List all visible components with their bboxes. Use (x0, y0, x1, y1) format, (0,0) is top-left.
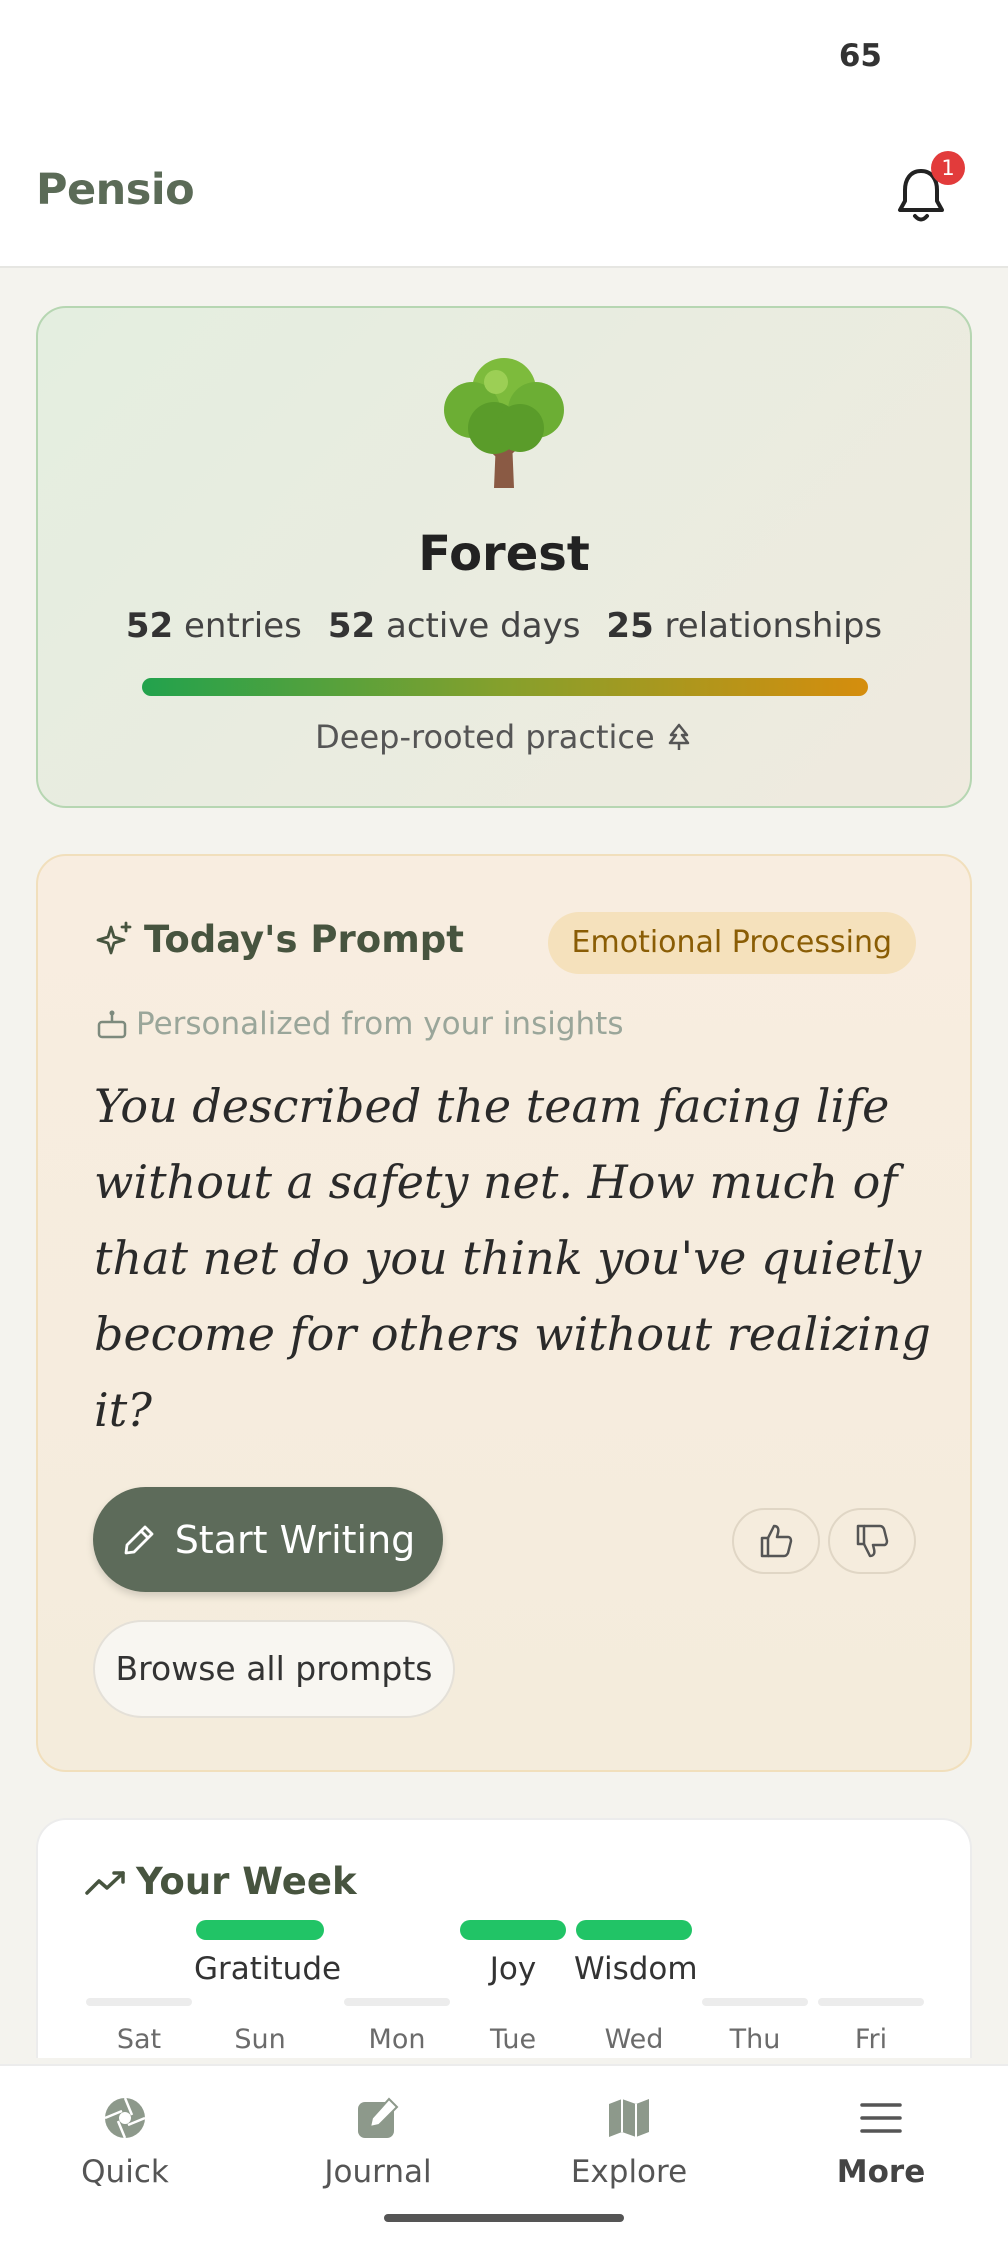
week-day-mon[interactable]: Mon (342, 1920, 452, 2055)
day-theme-label (84, 1940, 194, 1998)
day-theme-label (700, 1940, 810, 1998)
notification-badge: 1 (931, 151, 965, 185)
day-name: Tue (489, 2024, 537, 2055)
prompt-heading: Today's Prompt (96, 918, 464, 961)
practice-stats: 52 entries 52 active days 25 relationships (38, 606, 970, 646)
bot-icon (97, 1010, 127, 1039)
todays-prompt-card: Today's Prompt Emotional Processing Pers… (36, 854, 972, 1772)
week-day-tue[interactable]: Joy Tue (458, 1920, 568, 2055)
trending-up-icon (85, 1870, 125, 1895)
practice-label: Deep-rooted practice (38, 718, 970, 756)
day-activity-bar (196, 1920, 324, 1940)
stat-value: 52 (327, 606, 376, 646)
day-activity-bar (460, 1920, 566, 1940)
week-heading: Your Week (84, 1860, 357, 1903)
pencil-icon (124, 1525, 154, 1554)
day-theme-label (342, 1940, 452, 1998)
nav-more[interactable]: More (781, 2092, 981, 2190)
personalized-note: Personalized from your insights (96, 1006, 623, 1042)
day-theme-label: Joy (489, 1951, 537, 1987)
stat-value: 52 (125, 606, 174, 646)
week-day-sat[interactable]: Sat (84, 1920, 194, 2055)
thumbs-down-icon (856, 1524, 889, 1558)
week-day-thu[interactable]: Thu (700, 1920, 810, 2055)
menu-icon (860, 2103, 902, 2133)
thumbs-up-icon (760, 1524, 793, 1558)
week-day-wed[interactable]: Wisdom Wed (574, 1920, 698, 2055)
sparkles-icon (96, 921, 132, 954)
growth-progress-bar (142, 678, 868, 696)
day-name: Wed (604, 2024, 664, 2055)
sprout-icon (668, 723, 690, 750)
app-bar: Pensio (0, 115, 1008, 268)
start-writing-button[interactable]: Start Writing (93, 1487, 443, 1592)
nav-quick[interactable]: Quick (25, 2092, 225, 2190)
tree-icon (38, 348, 970, 502)
day-baseline (86, 1998, 192, 2006)
day-baseline (702, 1998, 808, 2006)
home-indicator[interactable] (384, 2214, 624, 2222)
status-bar: 65 (0, 0, 1008, 115)
stat-label: relationships (664, 606, 883, 646)
edit-square-icon (358, 2097, 399, 2138)
week-day-fri[interactable]: Fri (816, 1920, 926, 2055)
stat-label: entries (184, 606, 302, 646)
map-icon (609, 2099, 649, 2137)
day-name: Mon (368, 2024, 426, 2055)
day-name: Fri (854, 2024, 888, 2055)
stat-value: 25 (606, 606, 654, 646)
app-brand: Pensio (36, 165, 195, 215)
forest-card: Forest 52 entries 52 active days 25 relati… (36, 306, 972, 808)
category-badge: Emotional Processing (547, 912, 916, 974)
nav-journal[interactable]: Journal (278, 2092, 478, 2190)
stage-title: Forest (418, 526, 590, 582)
status-clock: 65 (838, 38, 882, 74)
day-activity-bar (576, 1920, 692, 1940)
day-baseline (344, 1998, 450, 2006)
stat-label: active days (386, 606, 581, 646)
day-name: Sun (234, 2024, 286, 2055)
aperture-icon (104, 2097, 146, 2139)
nav-explore[interactable]: Explore (529, 2092, 729, 2190)
prompt-text: You described the team facing life witho… (94, 1079, 931, 1437)
thumbs-down-button[interactable] (828, 1508, 916, 1574)
week-day-sun[interactable]: Gratitude Sun (194, 1920, 342, 2055)
day-name: Thu (729, 2024, 781, 2055)
day-name: Sat (116, 2024, 162, 2055)
your-week-card: Your Week Sat Gratitude Sun Mon Joy Tue Wisdom… (36, 1818, 972, 2058)
thumbs-up-button[interactable] (732, 1508, 820, 1574)
day-baseline (818, 1998, 924, 2006)
day-theme-label (816, 1940, 926, 1998)
browse-prompts-button[interactable]: Browse all prompts (93, 1620, 455, 1718)
day-theme-label: Wisdom (574, 1951, 698, 1987)
day-theme-label: Gratitude (194, 1951, 342, 1987)
